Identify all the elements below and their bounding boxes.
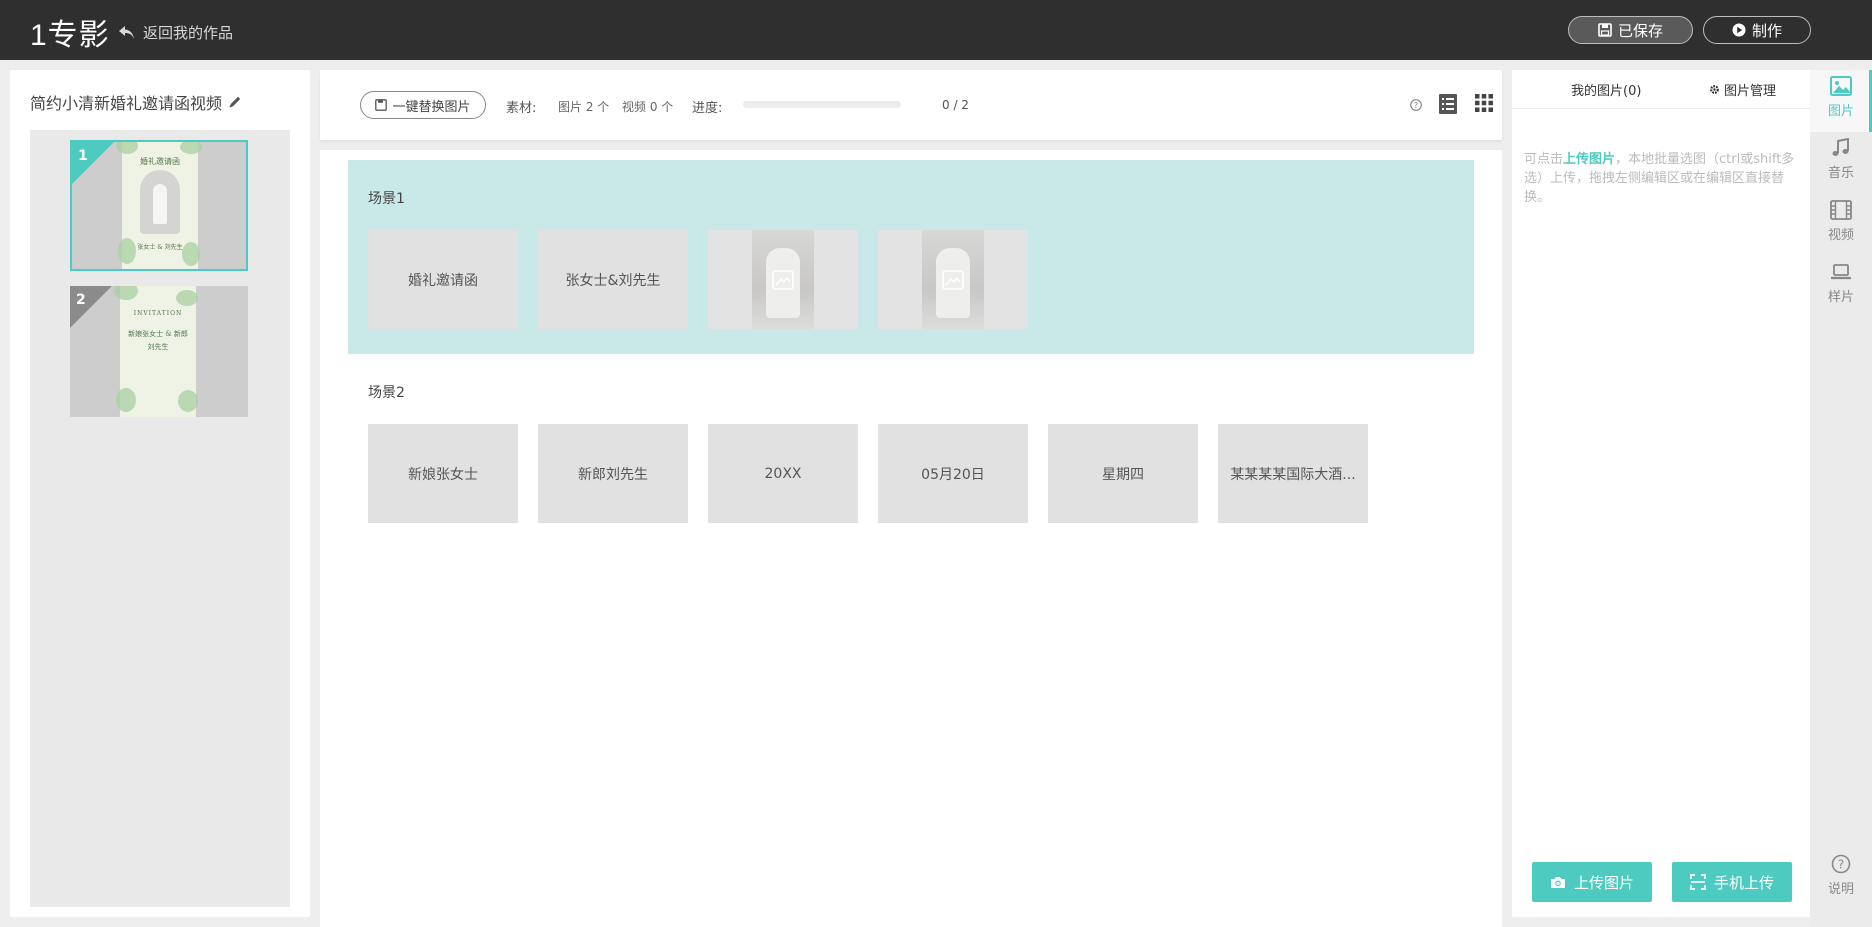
- text-slot[interactable]: 20XX: [708, 424, 858, 523]
- editor-toolbar: 一键替换图片 素材: 图片 2 个 视频 0 个 进度: 0 / 2 ?: [320, 70, 1502, 140]
- pages-panel: 简约小清新婚礼邀请函视频 婚礼邀请函 张女士 & 刘先生 1 INVITATIO…: [10, 70, 310, 917]
- text-slot[interactable]: 新娘张女士: [368, 424, 518, 523]
- thumbnail-card-caption: 张女士 & 刘先生: [137, 244, 183, 251]
- mobile-upload-label: 手机上传: [1713, 873, 1774, 892]
- scene-2[interactable]: 场景2 新娘张女士 新郎刘先生 20XX 05月20日 星期四 某某某某国际大酒…: [348, 354, 1474, 548]
- camera-icon: [1550, 877, 1565, 888]
- saved-button[interactable]: 已保存: [1568, 16, 1693, 44]
- nav-item-music[interactable]: 音乐: [1810, 132, 1872, 194]
- one-click-replace-button[interactable]: 一键替换图片: [360, 91, 486, 119]
- nav-label: 说明: [1827, 882, 1854, 897]
- pencil-icon[interactable]: [228, 95, 242, 109]
- grid-view-icon[interactable]: [1475, 94, 1493, 112]
- tab-image-management[interactable]: 图片管理: [1709, 80, 1776, 99]
- text-slot[interactable]: 新郎刘先生: [538, 424, 688, 523]
- page-number: 1: [78, 148, 88, 164]
- svg-text:?: ?: [1838, 858, 1844, 872]
- tab-image-management-label: 图片管理: [1724, 84, 1777, 99]
- material-label: 素材:: [506, 101, 537, 116]
- nav-label: 视频: [1827, 228, 1854, 243]
- nav-item-video[interactable]: 视频: [1810, 194, 1872, 256]
- scene-label: 场景2: [368, 385, 405, 401]
- nav-item-images[interactable]: 图片: [1810, 70, 1872, 132]
- side-nav: 图片 音乐 视频 样片 ? 说明: [1810, 70, 1872, 927]
- page-thumbnail-2[interactable]: INVITATION 新娘张女士 & 新郎刘先生 2: [70, 286, 248, 417]
- page-thumbnails: 婚礼邀请函 张女士 & 刘先生 1 INVITATION 新娘张女士 & 新郎刘…: [30, 130, 290, 907]
- image-slot[interactable]: [878, 230, 1028, 329]
- make-label: 制作: [1751, 21, 1782, 40]
- progress-text: 0 / 2: [942, 98, 969, 112]
- text-slot[interactable]: 星期四: [1048, 424, 1198, 523]
- laptop-icon: [1831, 264, 1851, 280]
- nav-item-help[interactable]: ? 说明: [1810, 848, 1872, 910]
- page-thumbnail-image: 婚礼邀请函 张女士 & 刘先生: [116, 142, 202, 269]
- nav-label: 图片: [1827, 104, 1854, 119]
- question-icon: ?: [1831, 854, 1851, 874]
- progress-bar: [743, 101, 901, 108]
- scene-1[interactable]: 场景1 婚礼邀请函 张女士&刘先生: [348, 160, 1474, 354]
- image-placeholder-icon: [942, 269, 964, 290]
- play-icon: [1732, 23, 1746, 37]
- gear-icon: [1710, 85, 1719, 94]
- back-label: 返回我的作品: [143, 24, 234, 42]
- image-slot[interactable]: [708, 230, 858, 329]
- film-icon: [1830, 200, 1852, 220]
- page-thumbnail-image: INVITATION 新娘张女士 & 新郎刘先生: [114, 286, 198, 417]
- text-slot[interactable]: 某某某某国际大酒...: [1218, 424, 1368, 523]
- music-icon: [1832, 138, 1849, 156]
- video-count: 视频 0 个: [622, 100, 674, 114]
- back-arrow-icon: [119, 26, 134, 39]
- scan-icon: [1690, 874, 1706, 890]
- replace-label: 一键替换图片: [392, 99, 471, 115]
- text-slot[interactable]: 05月20日: [878, 424, 1028, 523]
- save-icon: [375, 99, 388, 111]
- page-thumbnail-1[interactable]: 婚礼邀请函 张女士 & 刘先生 1: [70, 140, 248, 271]
- top-bar: 1专影 返回我的作品 已保存 制作: [0, 0, 1872, 60]
- divider: [1512, 108, 1810, 109]
- page-number: 2: [76, 292, 86, 308]
- mobile-upload-button[interactable]: 手机上传: [1672, 862, 1792, 902]
- upload-image-link[interactable]: 上传图片: [1563, 152, 1615, 167]
- tab-my-images[interactable]: 我的图片(0): [1571, 80, 1641, 99]
- make-button[interactable]: 制作: [1703, 16, 1811, 44]
- thumbnail-card-title: 婚礼邀请函: [140, 157, 180, 166]
- saved-label: 已保存: [1617, 21, 1663, 40]
- text-slot[interactable]: 张女士&刘先生: [538, 230, 688, 329]
- help-icon[interactable]: ?: [1410, 99, 1422, 111]
- upload-image-label: 上传图片: [1573, 873, 1634, 892]
- text-slot[interactable]: 婚礼邀请函: [368, 230, 518, 329]
- app-logo[interactable]: 1专影: [30, 10, 110, 54]
- nav-label: 样片: [1827, 290, 1854, 305]
- nav-label: 音乐: [1827, 166, 1854, 181]
- nav-item-samples[interactable]: 样片: [1810, 256, 1872, 318]
- thumbnail-card-title: INVITATION: [133, 310, 183, 317]
- work-title[interactable]: 简约小清新婚礼邀请函视频: [30, 90, 242, 114]
- assets-panel: 我的图片(0) 图片管理 可点击上传图片，本地批量选图（ctrl或shift多选…: [1512, 70, 1810, 917]
- upload-image-button[interactable]: 上传图片: [1532, 862, 1652, 902]
- thumbnail-card-caption: 新娘张女士 & 新郎刘先生: [128, 330, 188, 351]
- save-icon: [1598, 23, 1612, 37]
- svg-text:?: ?: [1414, 101, 1418, 110]
- list-view-icon[interactable]: [1439, 94, 1457, 114]
- back-to-my-works-link[interactable]: 返回我的作品: [118, 22, 233, 43]
- progress-label: 进度:: [692, 101, 723, 116]
- work-title-text: 简约小清新婚礼邀请函视频: [30, 94, 223, 113]
- scene-label: 场景1: [368, 191, 405, 207]
- image-placeholder-icon: [772, 269, 794, 290]
- image-count: 图片 2 个: [558, 100, 610, 114]
- upload-hint: 可点击上传图片，本地批量选图（ctrl或shift多选）上传，拖拽左侧编辑区或在…: [1524, 152, 1795, 205]
- image-icon: [1830, 76, 1852, 96]
- scene-editor: 场景1 婚礼邀请函 张女士&刘先生 场景2 新娘张女士 新郎刘先生 20XX 0…: [320, 150, 1502, 927]
